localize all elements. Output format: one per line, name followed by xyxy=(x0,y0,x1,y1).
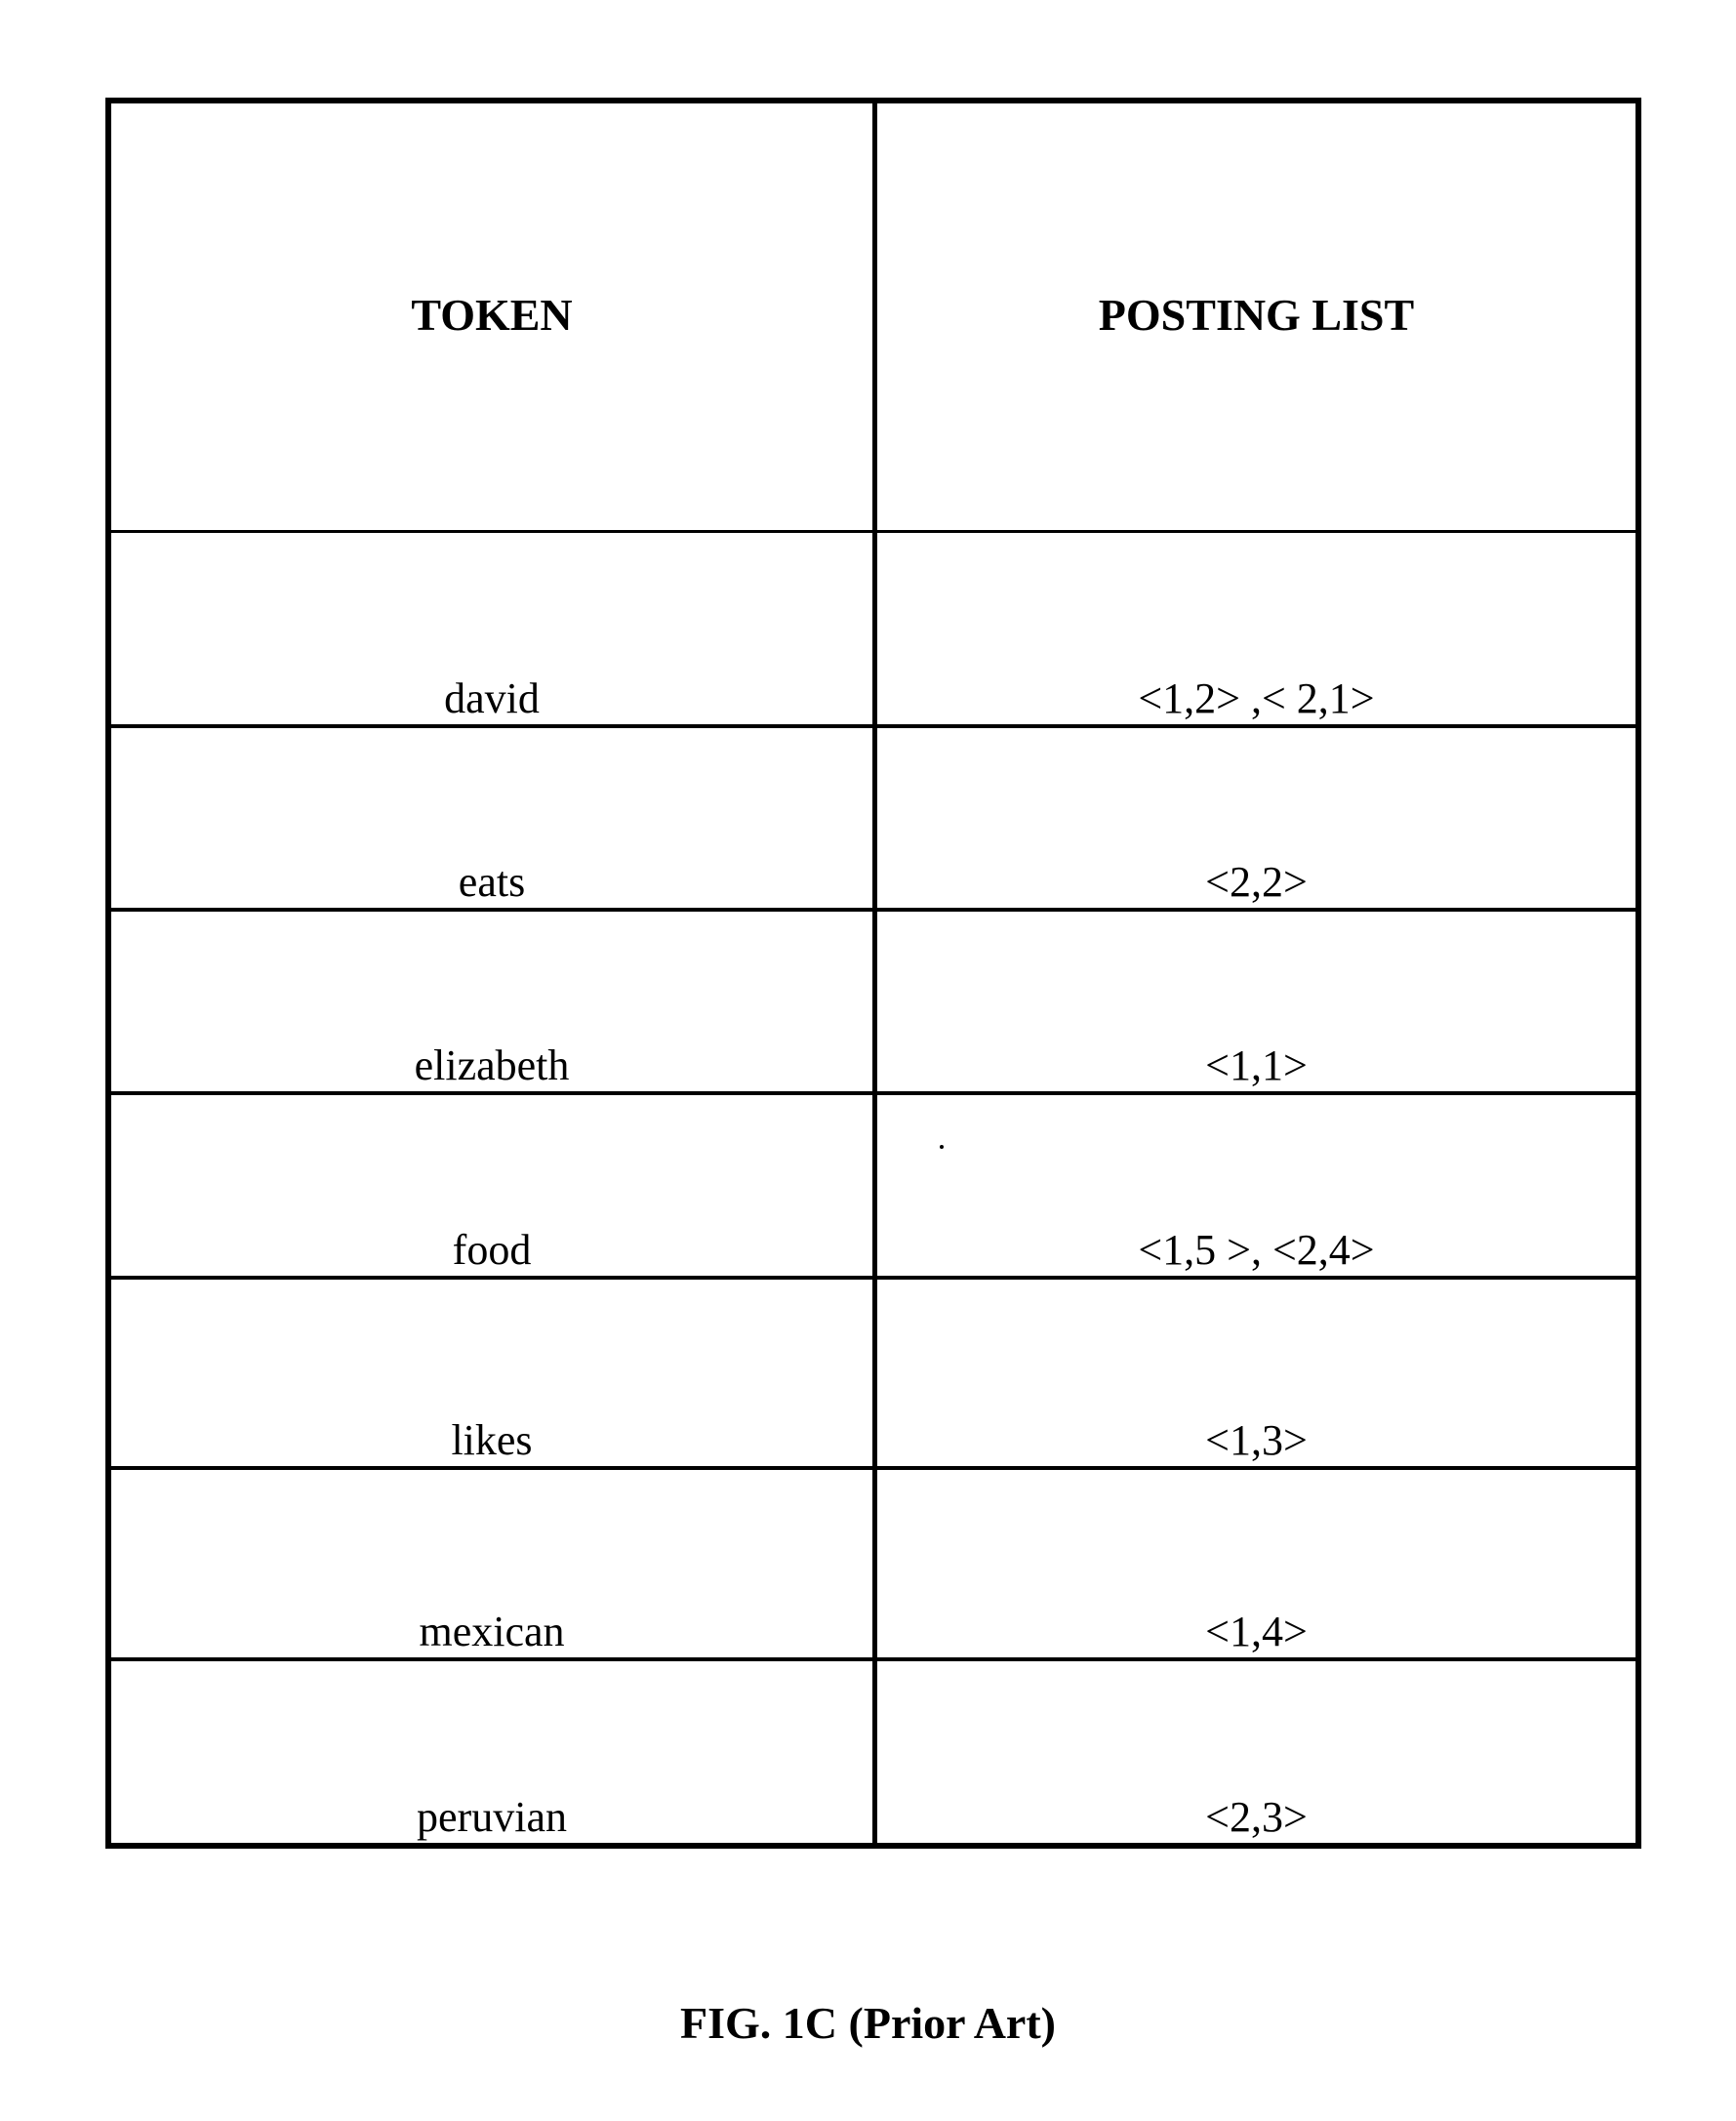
table-header-row: TOKEN POSTING LIST xyxy=(111,103,1635,533)
scan-speck xyxy=(940,1145,944,1149)
inverted-index-table: TOKEN POSTING LIST david <1,2> ,< 2,1> e… xyxy=(105,98,1641,1849)
token-cell: mexican xyxy=(111,1470,877,1657)
token-cell: food xyxy=(111,1095,877,1276)
table-row: food <1,5 >, <2,4> xyxy=(111,1091,1635,1276)
token-cell: david xyxy=(111,533,877,724)
posting-list-cell: <1,4> xyxy=(1205,1608,1308,1655)
posting-list-cell: <1,3> xyxy=(1205,1416,1308,1464)
table-row: david <1,2> ,< 2,1> xyxy=(111,533,1635,724)
header-posting-list: POSTING LIST xyxy=(1098,289,1415,340)
posting-list-cell: <1,1> xyxy=(1205,1041,1308,1089)
table-row: elizabeth <1,1> xyxy=(111,908,1635,1091)
posting-list-cell: <1,2> ,< 2,1> xyxy=(1138,674,1375,722)
posting-list-cell: <2,2> xyxy=(1205,858,1308,906)
posting-list-cell: <1,5 >, <2,4> xyxy=(1138,1226,1375,1274)
table-row: likes <1,3> xyxy=(111,1276,1635,1466)
token-cell: peruvian xyxy=(111,1661,877,1843)
token-cell: eats xyxy=(111,728,877,908)
table-row: peruvian <2,3> xyxy=(111,1657,1635,1843)
figure-caption: FIG. 1C (Prior Art) xyxy=(680,1998,1056,2048)
token-cell: elizabeth xyxy=(111,912,877,1091)
table-row: mexican <1,4> xyxy=(111,1466,1635,1657)
token-cell: likes xyxy=(111,1280,877,1466)
table-row: eats <2,2> xyxy=(111,724,1635,908)
posting-list-cell: <2,3> xyxy=(1205,1793,1308,1841)
header-token: TOKEN xyxy=(111,103,877,530)
